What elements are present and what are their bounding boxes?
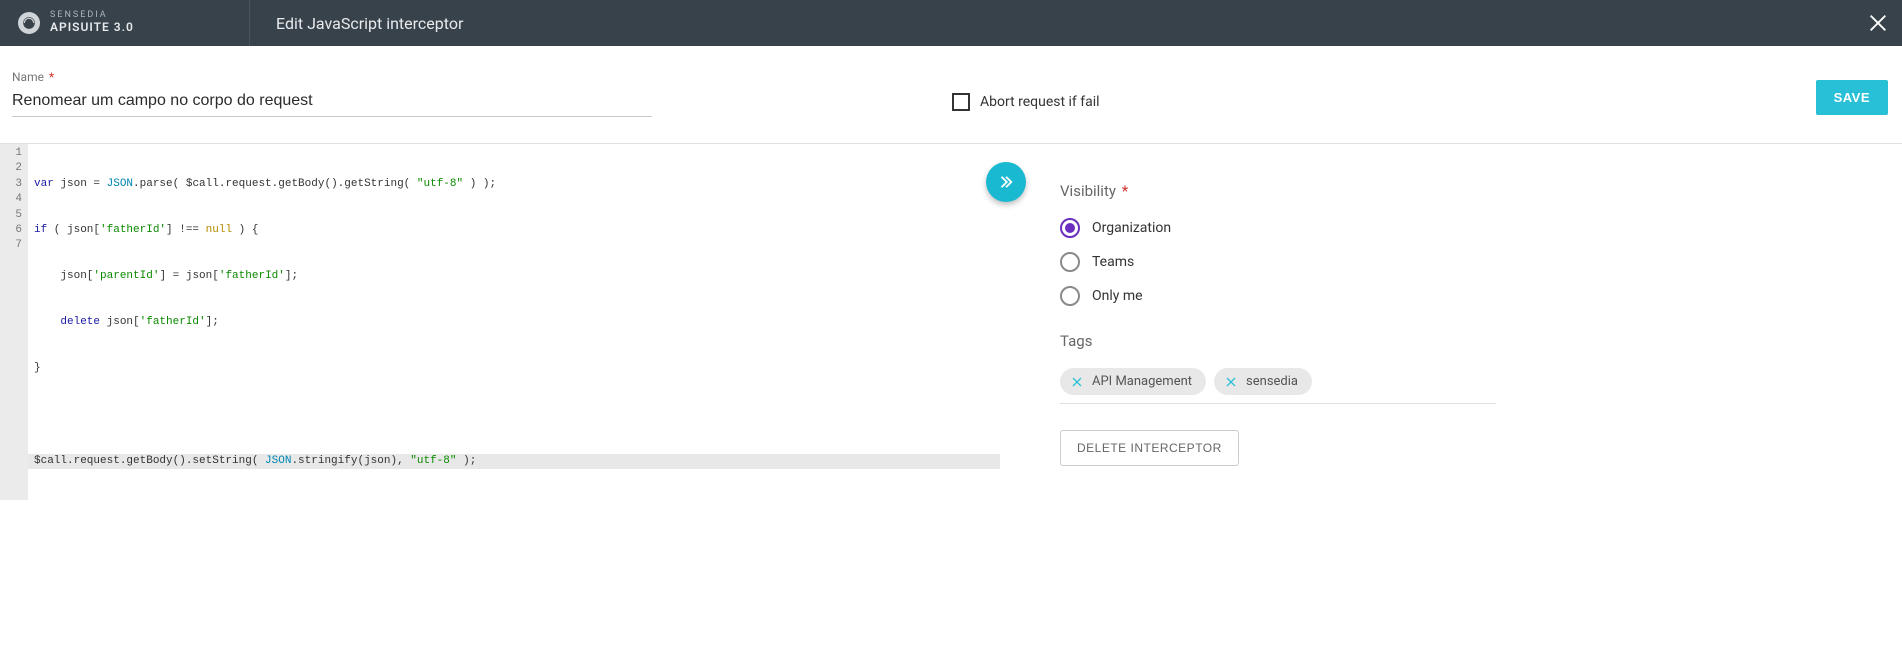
- line-number: 7: [2, 238, 22, 253]
- name-field: Name *: [12, 70, 652, 117]
- brand-logo-icon: [18, 12, 40, 34]
- tag-label: API Management: [1092, 374, 1192, 389]
- delete-interceptor-button[interactable]: DELETE INTERCEPTOR: [1060, 430, 1239, 466]
- visibility-title: Visibility *: [1060, 182, 1496, 200]
- save-button[interactable]: SAVE: [1816, 80, 1888, 115]
- tag-chip: API Management: [1060, 368, 1206, 395]
- abort-checkbox-wrap[interactable]: Abort request if fail: [692, 93, 1776, 111]
- brand-bottom: APISUITE 3.0: [50, 21, 134, 34]
- page-title: Edit JavaScript interceptor: [250, 14, 463, 33]
- radio-label: Only me: [1092, 288, 1143, 304]
- line-number: 3: [2, 177, 22, 192]
- code-content[interactable]: var json = JSON.parse( $call.request.get…: [28, 144, 1000, 500]
- visibility-radio-group: Organization Teams Only me: [1060, 218, 1496, 306]
- radio-icon: [1060, 286, 1080, 306]
- close-icon: [1071, 376, 1083, 388]
- name-input[interactable]: [12, 88, 652, 117]
- radio-label: Teams: [1092, 254, 1134, 270]
- line-number: 1: [2, 146, 22, 161]
- right-panel: Visibility * Organization Teams Only me …: [1000, 144, 1520, 466]
- tag-remove-button[interactable]: [1070, 375, 1084, 389]
- expand-editor-button[interactable]: [986, 162, 1026, 202]
- radio-icon: [1060, 252, 1080, 272]
- gutter: 1 2 3 4 5 6 7: [0, 144, 28, 500]
- close-icon: [1225, 376, 1237, 388]
- tags-title: Tags: [1060, 332, 1496, 350]
- tags-divider: [1060, 403, 1496, 404]
- close-button[interactable]: [1866, 11, 1890, 35]
- line-number: 2: [2, 161, 22, 176]
- line-number: 5: [2, 208, 22, 223]
- radio-icon: [1060, 218, 1080, 238]
- radio-label: Organization: [1092, 220, 1171, 236]
- tag-chip: sensedia: [1214, 368, 1312, 395]
- name-label: Name *: [12, 70, 652, 84]
- top-row: Name * Abort request if fail SAVE: [12, 70, 1890, 137]
- tag-label: sensedia: [1246, 374, 1298, 389]
- abort-checkbox[interactable]: [952, 93, 970, 111]
- abort-label: Abort request if fail: [980, 94, 1100, 110]
- visibility-option-teams[interactable]: Teams: [1060, 252, 1496, 272]
- visibility-option-only-me[interactable]: Only me: [1060, 286, 1496, 306]
- visibility-option-organization[interactable]: Organization: [1060, 218, 1496, 238]
- tags-row: API Management sensedia: [1060, 368, 1496, 395]
- line-number: 6: [2, 223, 22, 238]
- main-area: 1 2 3 4 5 6 7 var json = JSON.parse( $ca…: [0, 144, 1902, 500]
- chevron-double-right-icon: [997, 173, 1015, 191]
- line-number: 4: [2, 192, 22, 207]
- brand: SENSEDIA APISUITE 3.0: [0, 0, 250, 46]
- app-header: SENSEDIA APISUITE 3.0 Edit JavaScript in…: [0, 0, 1902, 46]
- close-icon: [1867, 12, 1889, 34]
- tag-remove-button[interactable]: [1224, 375, 1238, 389]
- code-editor[interactable]: 1 2 3 4 5 6 7 var json = JSON.parse( $ca…: [0, 144, 1000, 500]
